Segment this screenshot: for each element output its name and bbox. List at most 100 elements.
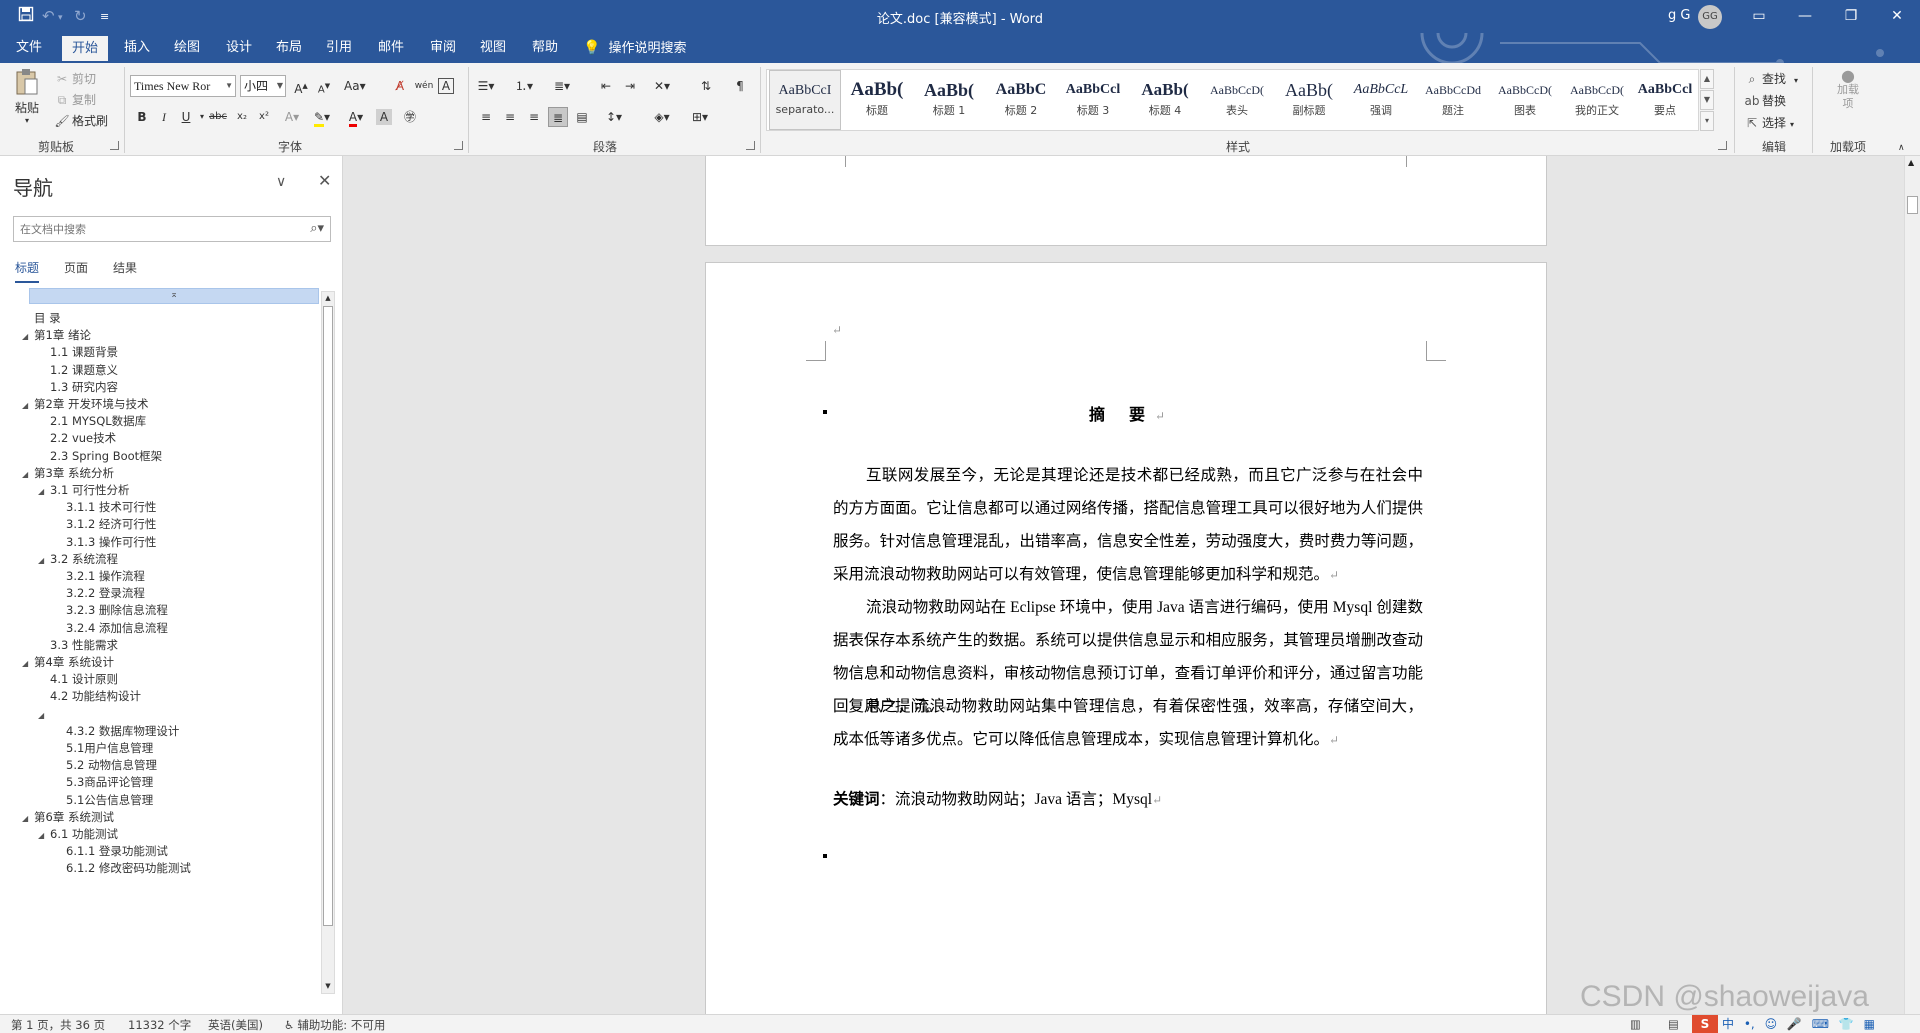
toolbox-icon[interactable]: ▦ bbox=[1864, 1017, 1875, 1031]
borders-icon[interactable]: ⊞▾ bbox=[690, 107, 710, 127]
nav-scrollbar[interactable]: ▲ ▼ bbox=[321, 291, 335, 994]
tab-mailings[interactable]: 邮件 bbox=[368, 33, 414, 63]
tab-insert[interactable]: 插入 bbox=[114, 33, 160, 63]
collapse-ribbon-icon[interactable]: ∧ bbox=[1898, 143, 1905, 153]
line-spacing-icon[interactable]: ↕▾ bbox=[604, 107, 624, 127]
word-count[interactable]: 11332 个字 bbox=[128, 1017, 191, 1033]
tab-design[interactable]: 设计 bbox=[216, 33, 262, 63]
ribbon-display-options-icon[interactable]: ▭ bbox=[1736, 0, 1782, 33]
scroll-up-icon[interactable]: ▲ bbox=[322, 292, 334, 305]
user-name[interactable]: g G bbox=[1668, 8, 1690, 23]
style-item-heading-3[interactable]: AaBbCcl 标题 3 bbox=[1057, 70, 1129, 130]
tab-view[interactable]: 视图 bbox=[470, 33, 516, 63]
restore-icon[interactable]: ❐ bbox=[1828, 0, 1874, 33]
current-page[interactable]: ↵ 摘 要↵ 互联网发展至今，无论是其理论还是技术都已经成熟，而且它广泛参与在社… bbox=[705, 262, 1547, 1014]
font-color-icon[interactable]: A▾ bbox=[346, 107, 366, 127]
tab-references[interactable]: 引用 bbox=[316, 33, 362, 63]
decrease-indent-icon[interactable]: ⇤ bbox=[596, 76, 616, 96]
gallery-scroll-down-icon[interactable]: ▼ bbox=[1700, 90, 1714, 110]
heading-item[interactable]: 6.1.2 修改密码功能测试 bbox=[54, 858, 191, 878]
phonetic-guide-icon[interactable]: wén bbox=[414, 76, 434, 96]
show-paragraph-marks-icon[interactable]: ¶ bbox=[730, 76, 750, 96]
ime-toolbar[interactable]: S中 •, ☺ 🎤 ⌨ 👕 ▦ bbox=[1692, 1015, 1875, 1033]
font-size-combo[interactable]: 小四 ▼ bbox=[240, 75, 286, 97]
paste-button[interactable]: 粘贴 ▾ bbox=[12, 68, 42, 125]
distributed-icon[interactable]: ▤ bbox=[572, 107, 592, 127]
page-count[interactable]: 第 1 页，共 36 页 bbox=[11, 1017, 105, 1033]
style-item-heading-4[interactable]: AaBb(标题 4 bbox=[1129, 70, 1201, 130]
style-item-key-point[interactable]: AaBbCcl 要点 bbox=[1629, 70, 1701, 130]
style-item-title[interactable]: AaBb(标题 bbox=[841, 70, 913, 130]
document-scroll-thumb[interactable] bbox=[1907, 196, 1918, 214]
chevron-down-icon[interactable]: ∨ bbox=[276, 174, 286, 190]
style-item-caption[interactable]: AaBbCcDd 题注 bbox=[1417, 70, 1489, 130]
document-scrollbar[interactable]: ▲ bbox=[1904, 156, 1920, 1014]
collapse-triangle-icon[interactable]: ◢ bbox=[22, 396, 34, 416]
format-painter-button[interactable]: 🖌 格式刷 bbox=[54, 112, 108, 129]
nav-tab-headings[interactable]: 标题 bbox=[15, 259, 40, 283]
shrink-font-icon[interactable]: A▼ bbox=[314, 76, 334, 96]
heading-item[interactable]: ◢ bbox=[38, 704, 50, 724]
paragraph-launcher-icon[interactable] bbox=[746, 141, 755, 150]
tell-me-search[interactable]: 💡 操作说明搜索 bbox=[583, 33, 686, 63]
text-effects-icon[interactable]: A▾ bbox=[282, 107, 302, 127]
style-item-chart[interactable]: AaBbCcD(图表 bbox=[1489, 70, 1561, 130]
increase-indent-icon[interactable]: ⇥ bbox=[620, 76, 640, 96]
subscript-icon[interactable]: x₂ bbox=[232, 107, 252, 127]
font-launcher-icon[interactable] bbox=[454, 141, 463, 150]
style-item-emphasis[interactable]: AaBbCcL 强调 bbox=[1345, 70, 1417, 130]
clipboard-launcher-icon[interactable] bbox=[110, 141, 119, 150]
scroll-down-icon[interactable]: ▼ bbox=[322, 980, 334, 993]
gallery-scroll-up-icon[interactable]: ▲ bbox=[1700, 69, 1714, 89]
emoji-icon[interactable]: ☺ bbox=[1765, 1017, 1778, 1031]
numbering-icon[interactable]: ⒈▾ bbox=[514, 76, 534, 96]
close-icon[interactable]: ✕ bbox=[318, 171, 331, 190]
tab-review[interactable]: 审阅 bbox=[420, 33, 466, 63]
highlight-icon[interactable]: ✎▾ bbox=[312, 107, 332, 127]
collapse-triangle-icon[interactable]: ◢ bbox=[22, 809, 34, 829]
shading-icon[interactable]: ◈▾ bbox=[652, 107, 672, 127]
superscript-icon[interactable]: x² bbox=[254, 107, 274, 127]
microphone-icon[interactable]: 🎤 bbox=[1787, 1017, 1802, 1031]
gallery-more-icon[interactable]: ▾ bbox=[1700, 111, 1714, 131]
accessibility-status[interactable]: ♿ 辅助功能: 不可用 bbox=[284, 1017, 385, 1033]
replace-button[interactable]: ab 替换 bbox=[1744, 92, 1787, 109]
style-item-table-header[interactable]: AaBbCcD(表头 bbox=[1201, 70, 1273, 130]
minimize-icon[interactable]: — bbox=[1782, 0, 1828, 33]
language-indicator[interactable]: 英语(美国) bbox=[208, 1017, 263, 1033]
italic-icon[interactable]: I bbox=[154, 107, 174, 127]
nav-tab-results[interactable]: 结果 bbox=[113, 259, 137, 276]
collapse-triangle-icon[interactable]: ◢ bbox=[38, 482, 50, 502]
tab-home[interactable]: 开始 bbox=[62, 36, 109, 63]
grow-font-icon[interactable]: A▲ bbox=[291, 76, 311, 96]
tab-draw[interactable]: 绘图 bbox=[164, 33, 210, 63]
justify-icon[interactable]: ≣ bbox=[548, 107, 568, 127]
nav-search-box[interactable]: ⌕▾ bbox=[13, 216, 331, 242]
collapse-triangle-icon[interactable]: ◢ bbox=[38, 826, 50, 846]
tab-file[interactable]: 文件 bbox=[6, 33, 52, 63]
style-item-subtitle[interactable]: AaBb(副标题 bbox=[1273, 70, 1345, 130]
font-name-combo[interactable]: Times New Ror ▼ bbox=[130, 75, 236, 97]
cut-button[interactable]: ✂ 剪切 bbox=[54, 70, 96, 87]
align-right-icon[interactable]: ≡ bbox=[524, 107, 544, 127]
collapse-triangle-icon[interactable]: ◢ bbox=[38, 551, 50, 571]
enclose-characters-icon[interactable]: ㊫ bbox=[400, 107, 420, 127]
heading-item[interactable]: 4.2 功能结构设计 bbox=[38, 686, 141, 706]
sogou-ime-icon[interactable]: S bbox=[1692, 1015, 1718, 1033]
strikethrough-icon[interactable]: abc bbox=[208, 107, 228, 127]
chinese-layout-icon[interactable]: ✕▾ bbox=[652, 76, 672, 96]
heading-scroll-top[interactable]: ⌅ bbox=[29, 288, 319, 304]
tab-help[interactable]: 帮助 bbox=[522, 33, 568, 63]
keyboard-icon[interactable]: ⌨ bbox=[1812, 1017, 1829, 1031]
collapse-triangle-icon[interactable]: ◢ bbox=[22, 465, 34, 485]
find-button[interactable]: ⌕ 查找 ▾ bbox=[1744, 70, 1798, 87]
multilevel-list-icon[interactable]: ≣▾ bbox=[552, 76, 572, 96]
bold-icon[interactable]: B bbox=[132, 107, 152, 127]
select-button[interactable]: ⇱ 选择 ▾ bbox=[1744, 114, 1794, 131]
nav-tab-pages[interactable]: 页面 bbox=[64, 259, 88, 276]
punctuation-icon[interactable]: •, bbox=[1744, 1017, 1755, 1031]
copy-button[interactable]: ⧉ 复制 bbox=[54, 91, 96, 108]
load-addins-button[interactable]: ● 加载项 bbox=[1826, 68, 1870, 111]
nav-scroll-thumb[interactable] bbox=[323, 306, 333, 926]
bullets-icon[interactable]: ☰▾ bbox=[476, 76, 496, 96]
